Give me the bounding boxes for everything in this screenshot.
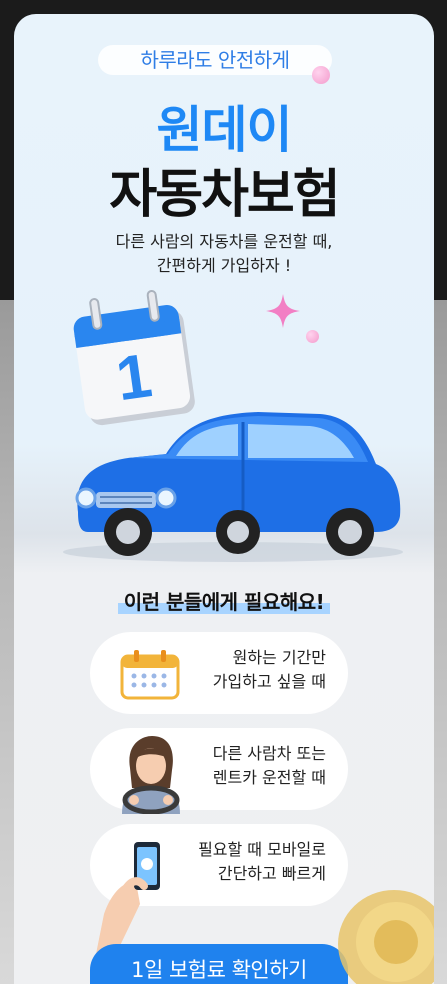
need-card-line-2: 간단하고 빠르게 [217,864,326,883]
need-card-period: 원하는 기간만 가입하고 싶을 때 [90,632,348,714]
need-card-text: 필요할 때 모바일로 간단하고 빠르게 [198,838,326,886]
need-card-text: 다른 사람차 또는 렌트카 운전할 때 [213,742,326,790]
need-card-text: 원하는 기간만 가입하고 싶을 때 [213,646,326,694]
mobile-phone-icon [96,842,160,954]
coin-icon [338,890,434,984]
tagline-badge: 하루라도 안전하게 [98,45,332,75]
subtitle: 다른 사람의 자동차를 운전할 때, 간편하게 가입하자 ! [14,230,434,278]
need-card-other-car: 다른 사람차 또는 렌트카 운전할 때 [90,728,348,814]
need-card-line-1: 필요할 때 모바일로 [198,840,326,859]
need-card-line-2: 렌트카 운전할 때 [212,768,326,787]
need-card-line-1: 다른 사람차 또는 [212,744,326,763]
decor-dot-small [306,330,319,343]
car-icon [63,412,403,562]
section-title-text: 이런 분들에게 필요해요! [117,590,331,614]
calendar-icon [120,650,180,700]
promo-page: 하루라도 안전하게 원데이 자동차보험 다른 사람의 자동차를 운전할 때, 간… [14,14,434,984]
sparkle-icon [266,294,300,328]
need-card-line-1: 원하는 기간만 [232,648,326,667]
decor-dot-pink [312,66,330,84]
title-car-insurance: 자동차보험 [109,165,340,225]
driver-icon [122,736,180,814]
subtitle-line-1: 다른 사람의 자동차를 운전할 때, [115,232,333,251]
check-premium-button[interactable]: 1일 보험료 확인하기 [90,944,348,984]
section-title: 이런 분들에게 필요해요! [14,586,434,615]
subtitle-line-2: 간편하게 가입하자 ! [156,256,292,275]
need-card-line-2: 가입하고 싶을 때 [212,672,326,691]
